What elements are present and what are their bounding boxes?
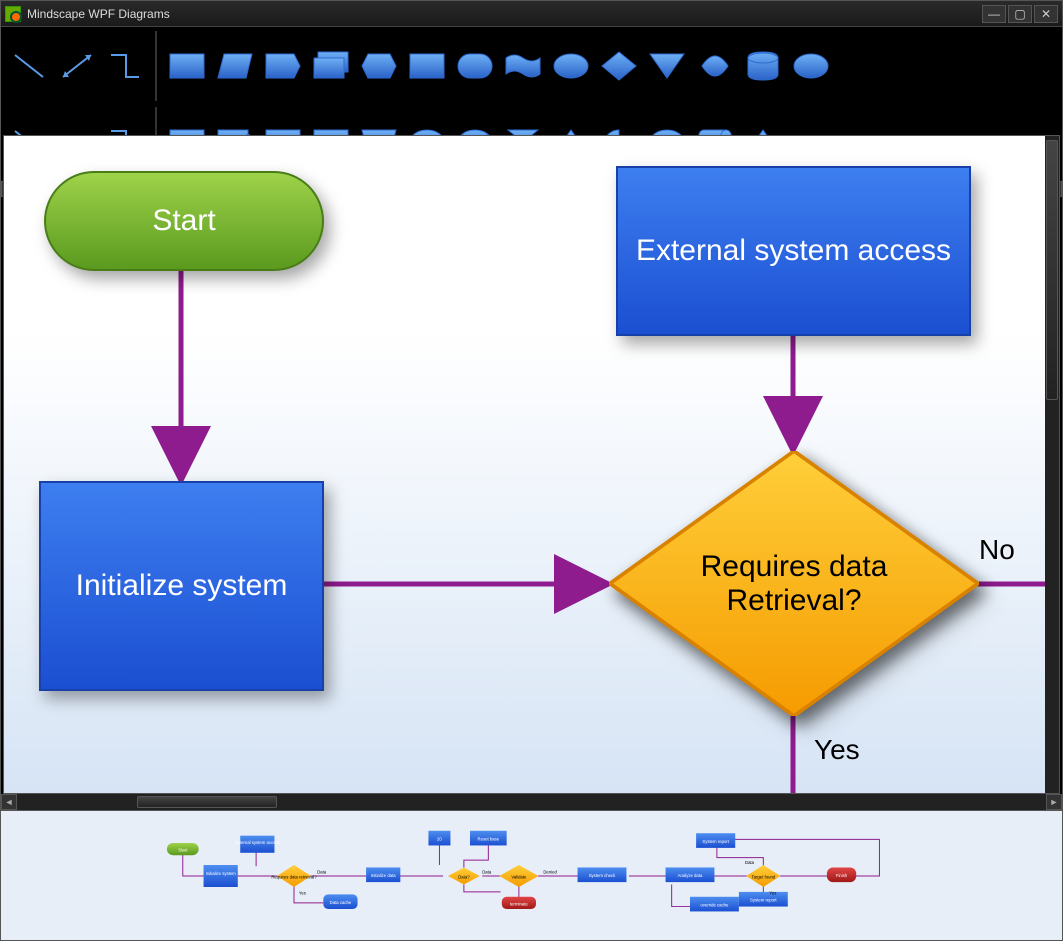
svg-text:Validate: Validate: [512, 874, 528, 879]
svg-text:Data: Data: [745, 859, 755, 864]
shape-cylinder-icon[interactable]: [743, 49, 783, 83]
svg-text:Finish: Finish: [836, 873, 848, 878]
shape-rect2-icon[interactable]: [407, 49, 447, 83]
node-initialize-label: Initialize system: [76, 569, 288, 603]
svg-text:20: 20: [437, 836, 442, 841]
shape-wave-icon[interactable]: [503, 49, 543, 83]
node-start-label: Start: [152, 204, 215, 238]
svg-text:Initialize data: Initialize data: [371, 873, 397, 878]
svg-text:Analyze data: Analyze data: [678, 873, 703, 878]
shape-triangle-down-icon[interactable]: [647, 49, 687, 83]
shape-toolbox: ◄ ►: [1, 27, 1062, 135]
shape-trapezoid-icon[interactable]: [215, 49, 255, 83]
shape-rect-icon[interactable]: [167, 49, 207, 83]
canvas-scroll-left-button[interactable]: ◄: [1, 794, 17, 810]
svg-text:Data cache: Data cache: [330, 900, 352, 905]
shape-stack-icon[interactable]: [311, 49, 351, 83]
shape-diamond-icon[interactable]: [599, 49, 639, 83]
connector-line-icon[interactable]: [9, 49, 49, 83]
canvas-horizontal-scrollbar[interactable]: ◄ ►: [1, 794, 1062, 810]
svg-text:override cache: override cache: [701, 902, 730, 907]
svg-text:System report: System report: [703, 839, 730, 844]
connector-2way-icon[interactable]: [57, 49, 97, 83]
toolbox-separator: [155, 31, 157, 101]
node-start[interactable]: Start: [44, 171, 324, 271]
svg-text:Yes: Yes: [770, 890, 777, 895]
node-decision-requires-data[interactable]: Requires data Retrieval?: [609, 451, 979, 716]
edge-label-yes: Yes: [814, 734, 860, 766]
shape-hexagon-icon[interactable]: [359, 49, 399, 83]
svg-text:Reset base: Reset base: [478, 836, 500, 841]
shape-flag-icon[interactable]: [263, 49, 303, 83]
window-title: Mindscape WPF Diagrams: [27, 7, 170, 21]
node-external-system-access[interactable]: External system access: [616, 166, 971, 336]
svg-text:Data?: Data?: [459, 874, 471, 879]
maximize-button[interactable]: ▢: [1008, 5, 1032, 23]
svg-text:Requires data retrieval?: Requires data retrieval?: [272, 874, 318, 879]
svg-text:terminate: terminate: [510, 901, 528, 906]
svg-text:Start: Start: [179, 847, 189, 852]
svg-text:System report: System report: [750, 897, 777, 902]
svg-text:Initialize system: Initialize system: [206, 870, 237, 875]
shape-ellipse2-icon[interactable]: [791, 49, 831, 83]
minimize-button[interactable]: —: [982, 5, 1006, 23]
node-external-label: External system access: [636, 234, 951, 268]
close-button[interactable]: ✕: [1034, 5, 1058, 23]
svg-text:Data: Data: [483, 869, 493, 874]
svg-text:Data: Data: [318, 869, 328, 874]
edge-label-no: No: [979, 534, 1015, 566]
diagram-overview[interactable]: Start Initialize system External system …: [1, 810, 1062, 940]
toolbox-row-1: [9, 31, 1054, 101]
svg-text:Denied: Denied: [544, 869, 558, 874]
overview-minimap[interactable]: Start Initialize system External system …: [140, 821, 922, 931]
svg-text:External system access: External system access: [235, 840, 280, 845]
canvas-scroll-right-button[interactable]: ►: [1046, 794, 1062, 810]
node-initialize-system[interactable]: Initialize system: [39, 481, 324, 691]
node-decision-label: Requires data Retrieval?: [684, 550, 904, 618]
app-icon: [5, 6, 21, 22]
shape-ellipse-icon[interactable]: [551, 49, 591, 83]
shape-rounded-icon[interactable]: [455, 49, 495, 83]
svg-text:Target found: Target found: [752, 874, 776, 879]
titlebar: Mindscape WPF Diagrams — ▢ ✕: [1, 1, 1062, 27]
connector-elbow-icon[interactable]: [105, 49, 145, 83]
svg-text:Yes: Yes: [299, 890, 306, 895]
svg-text:System check: System check: [589, 873, 616, 878]
canvas-vertical-scrollbar[interactable]: [1045, 136, 1059, 793]
shape-lens-icon[interactable]: [695, 49, 735, 83]
diagram-canvas[interactable]: Start External system access Initialize …: [3, 135, 1060, 794]
